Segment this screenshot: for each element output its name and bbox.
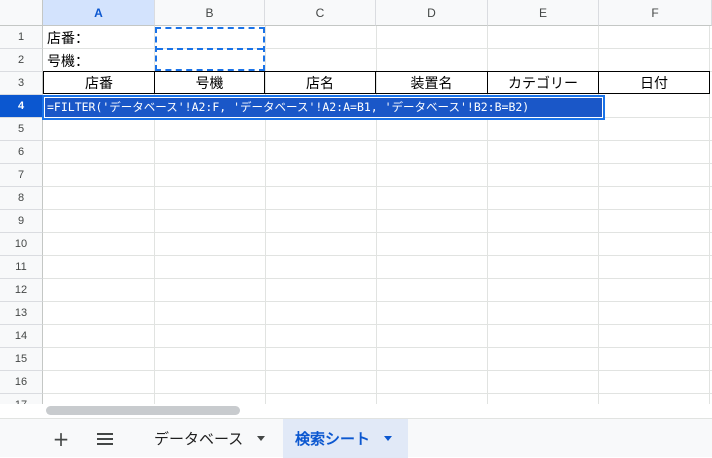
row-header[interactable]: 8 <box>0 187 43 210</box>
column-header-d[interactable]: D <box>376 0 488 26</box>
row-header[interactable]: 15 <box>0 348 43 371</box>
gridline <box>43 393 712 394</box>
row-header[interactable]: 11 <box>0 256 43 279</box>
gridline <box>43 140 712 141</box>
scrollbar-thumb[interactable] <box>46 406 240 415</box>
horizontal-scrollbar[interactable] <box>0 404 712 418</box>
row-header[interactable]: 2 <box>0 49 43 72</box>
gridline <box>43 301 712 302</box>
sheet-tab-search[interactable]: 検索シート <box>283 419 408 458</box>
column-header-a[interactable]: A <box>43 0 155 26</box>
formula-text-selected[interactable]: =FILTER('データベース'!A2:F, 'データベース'!A2:A=B1,… <box>45 98 602 117</box>
column-header-c[interactable]: C <box>265 0 376 26</box>
spreadsheet-grid[interactable]: A B C D E F 1 2 3 4 5 6 7 8 9 10 11 12 1… <box>0 0 712 404</box>
row-header[interactable]: 14 <box>0 325 43 348</box>
chevron-down-icon[interactable] <box>384 436 393 441</box>
row-header-selected[interactable]: 4 <box>0 95 43 118</box>
column-header-b[interactable]: B <box>155 0 265 26</box>
cell-a1[interactable]: 店番： <box>47 28 89 48</box>
copy-range-divider <box>157 48 263 50</box>
sheet-tab-bar: + データベース 検索シート <box>0 418 712 458</box>
column-header-f[interactable]: F <box>599 0 712 26</box>
all-sheets-button[interactable] <box>92 419 118 458</box>
column-header-e[interactable]: E <box>488 0 599 26</box>
row-header[interactable]: 13 <box>0 302 43 325</box>
row-header[interactable]: 6 <box>0 141 43 164</box>
plus-icon: + <box>52 426 70 451</box>
select-all-corner[interactable] <box>0 0 43 26</box>
row-header[interactable]: 9 <box>0 210 43 233</box>
header-cell-hizuke[interactable]: 日付 <box>599 71 710 94</box>
row-header[interactable]: 3 <box>0 72 43 95</box>
gridline <box>43 186 712 187</box>
gridline <box>43 255 712 256</box>
row-header[interactable]: 16 <box>0 371 43 394</box>
header-cell-tenmei[interactable]: 店名 <box>265 71 376 94</box>
sheet-tab-database[interactable]: データベース <box>142 419 277 458</box>
cell-editor-a4[interactable]: =FILTER('データベース'!A2:F, 'データベース'!A2:A=B1,… <box>42 95 605 120</box>
header-cell-souchimei[interactable]: 装置名 <box>376 71 488 94</box>
header-cell-category[interactable]: カテゴリー <box>488 71 599 94</box>
gridline <box>43 209 712 210</box>
row-header[interactable]: 12 <box>0 279 43 302</box>
gridline <box>43 370 712 371</box>
gridline <box>43 232 712 233</box>
add-sheet-button[interactable]: + <box>48 419 74 458</box>
gridline <box>43 324 712 325</box>
row-header[interactable]: 17 <box>0 394 43 404</box>
row-header[interactable]: 5 <box>0 118 43 141</box>
cell-a2[interactable]: 号機： <box>47 51 89 71</box>
gridline <box>43 278 712 279</box>
header-cell-gouki[interactable]: 号機 <box>155 71 265 94</box>
menu-icon <box>97 432 113 445</box>
row-header[interactable]: 7 <box>0 164 43 187</box>
gridline <box>43 347 712 348</box>
gridline <box>43 163 712 164</box>
header-cell-tenban[interactable]: 店番 <box>43 71 155 94</box>
row-header[interactable]: 10 <box>0 233 43 256</box>
gridline <box>43 48 712 49</box>
row-header[interactable]: 1 <box>0 26 43 49</box>
chevron-down-icon[interactable] <box>257 436 266 441</box>
sheet-tab-label: データベース <box>154 430 244 448</box>
sheet-tab-label: 検索シート <box>295 430 371 448</box>
